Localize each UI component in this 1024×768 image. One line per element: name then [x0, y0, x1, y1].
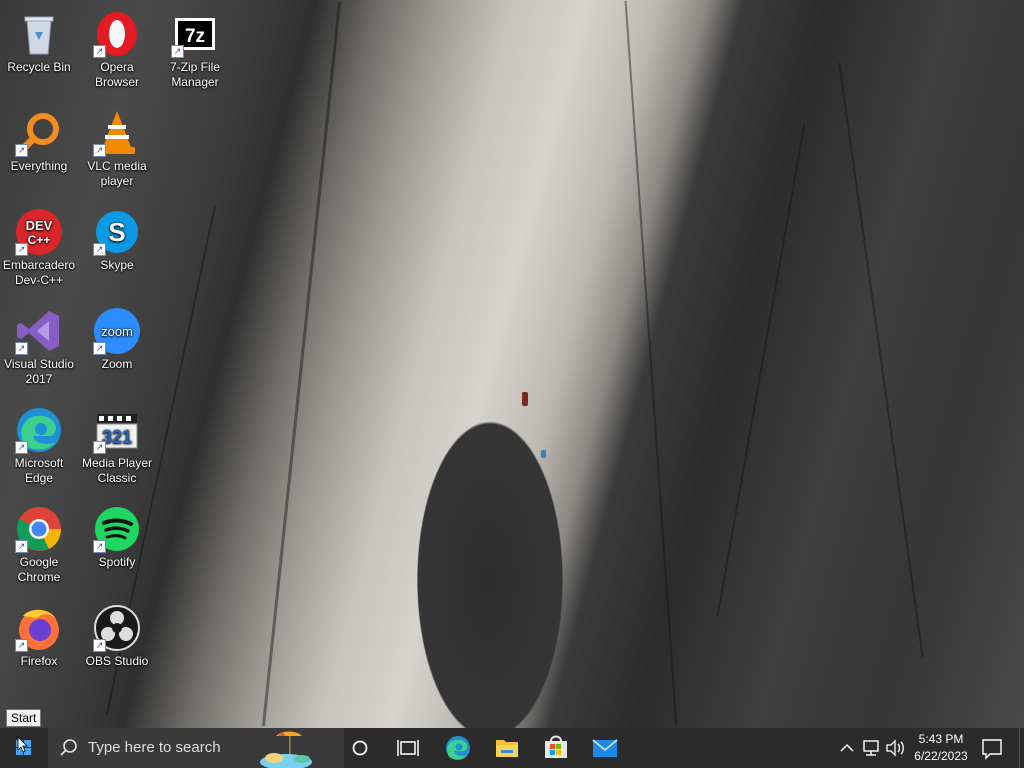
- volume-button[interactable]: [883, 728, 907, 768]
- desktop-icon-7zip[interactable]: 7z ↗ 7-Zip File Manager: [156, 6, 234, 90]
- firefox-icon: ↗: [15, 604, 63, 652]
- taskbar-mail-button[interactable]: [581, 728, 629, 768]
- taskbar: Type here to search 5:43 PM 6/22/2023: [0, 728, 1024, 768]
- desktop-icon-label: Zoom: [101, 357, 133, 371]
- obs-icon: ↗: [93, 604, 141, 652]
- task-view-icon: [397, 740, 419, 756]
- desktop-icon-label: Embarcadero Dev-C++: [2, 258, 76, 287]
- clock-date: 6/22/2023: [914, 749, 968, 763]
- 7zip-icon: 7z ↗: [171, 10, 219, 58]
- desktop-icon-firefox[interactable]: ↗ Firefox: [0, 600, 78, 669]
- desktop-icon-label: Spotify: [98, 555, 136, 569]
- desktop-icon-recycle-bin[interactable]: Recycle Bin: [0, 6, 78, 75]
- search-box[interactable]: Type here to search: [48, 728, 344, 768]
- network-icon: [863, 740, 879, 756]
- desktop-icon-label: Firefox: [20, 654, 58, 668]
- desktop-icon-label: Everything: [10, 159, 68, 173]
- start-tooltip: Start: [6, 709, 42, 727]
- cortana-icon: [352, 740, 368, 756]
- desktop-icon-spotify[interactable]: ↗ Spotify: [78, 501, 156, 570]
- spotify-icon: ↗: [93, 505, 141, 553]
- svg-text:DEV: DEV: [26, 218, 53, 233]
- desktop-icon-label: Media Player Classic: [81, 456, 153, 485]
- search-highlight-icon: [260, 731, 312, 768]
- desktop-icon-label: Visual Studio 2017: [4, 357, 74, 386]
- desktop-icon-label: 7-Zip File Manager: [169, 60, 220, 89]
- desktop-icon-label: Opera Browser: [94, 60, 139, 89]
- chevron-up-icon: [840, 743, 854, 752]
- desktop-icon-chrome[interactable]: ↗ Google Chrome: [0, 501, 78, 585]
- svg-text:321: 321: [102, 427, 132, 447]
- svg-text:S: S: [108, 217, 125, 247]
- volume-icon: [886, 739, 904, 757]
- opera-icon: ↗: [93, 10, 141, 58]
- desktop-icon-label: Microsoft Edge: [14, 456, 64, 485]
- desktop-icon-skype[interactable]: S ↗ Skype: [78, 204, 156, 273]
- visual-studio-icon: ↗: [15, 307, 63, 355]
- recycle-bin-icon: [15, 10, 63, 58]
- search-placeholder: Type here to search: [88, 739, 221, 756]
- desktop-icon-label: OBS Studio: [85, 654, 149, 668]
- mail-icon: [592, 739, 618, 757]
- task-view-button[interactable]: [384, 728, 432, 768]
- desktop-icon-label: VLC media player: [87, 159, 147, 188]
- desktop-icon-label: Recycle Bin: [7, 60, 71, 74]
- notification-icon: [982, 739, 1002, 760]
- edge-icon: [446, 736, 470, 760]
- mpc-icon: 321 ↗: [93, 406, 141, 454]
- windows-logo-icon: [16, 736, 31, 755]
- svg-text:7z: 7z: [185, 26, 205, 47]
- microsoft-store-icon: [545, 735, 567, 758]
- desktop-icon-devcpp[interactable]: DEV C++ ↗ Embarcadero Dev-C++: [0, 204, 78, 288]
- search-icon: [60, 739, 77, 756]
- desktop-icon-mpc[interactable]: 321 ↗ Media Player Classic: [78, 402, 156, 486]
- network-button[interactable]: [859, 728, 883, 768]
- edge-icon: ↗: [15, 406, 63, 454]
- desktop-icon-vlc[interactable]: ↗ VLC media player: [78, 105, 156, 189]
- show-hidden-icons-button[interactable]: [836, 728, 858, 768]
- skype-icon: S ↗: [93, 208, 141, 256]
- everything-icon: ↗: [15, 109, 63, 157]
- desktop-icon-label: Skype: [100, 258, 134, 272]
- devcpp-icon: DEV C++ ↗: [15, 208, 63, 256]
- svg-text:C++: C++: [28, 233, 51, 247]
- taskbar-store-button[interactable]: [532, 728, 580, 768]
- show-desktop-button[interactable]: [1019, 728, 1024, 768]
- zoom-icon: zoom ↗: [93, 307, 141, 355]
- taskbar-clock[interactable]: 5:43 PM 6/22/2023: [908, 731, 974, 765]
- desktop-icon-visual-studio[interactable]: ↗ Visual Studio 2017: [0, 303, 78, 387]
- desktop-icon-everything[interactable]: ↗ Everything: [0, 105, 78, 174]
- svg-text:zoom: zoom: [101, 324, 133, 339]
- taskbar-file-explorer-button[interactable]: [483, 728, 531, 768]
- taskbar-edge-button[interactable]: [434, 728, 482, 768]
- file-explorer-icon: [496, 740, 518, 757]
- desktop-icon-edge[interactable]: ↗ Microsoft Edge: [0, 402, 78, 486]
- chrome-icon: ↗: [15, 505, 63, 553]
- clock-time: 5:43 PM: [918, 732, 964, 746]
- desktop-icon-zoom[interactable]: zoom ↗ Zoom: [78, 303, 156, 372]
- vlc-icon: ↗: [93, 109, 141, 157]
- desktop-icon-opera[interactable]: ↗ Opera Browser: [78, 6, 156, 90]
- start-button[interactable]: [0, 728, 48, 768]
- desktop-icon-label: Google Chrome: [17, 555, 61, 584]
- desktop-icon-obs[interactable]: ↗ OBS Studio: [78, 600, 156, 669]
- action-center-button[interactable]: [976, 728, 1008, 768]
- cortana-button[interactable]: [336, 728, 384, 768]
